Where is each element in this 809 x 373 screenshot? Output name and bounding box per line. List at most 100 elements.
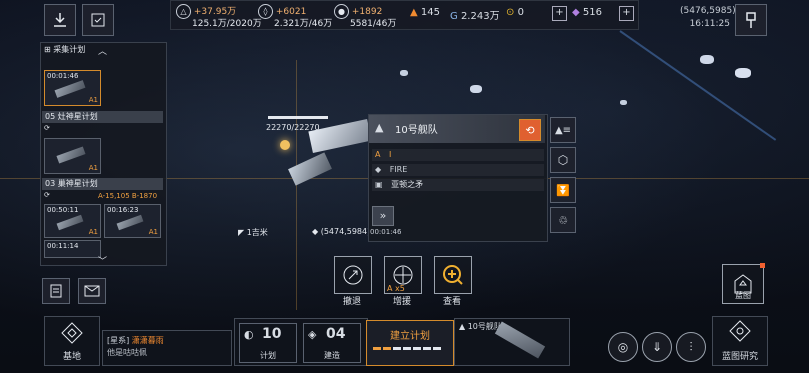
formation-button[interactable]: ▲≡ [550, 117, 576, 143]
rally-button[interactable]: ⇓ [642, 332, 672, 362]
crystals-display: ◆ 516 [572, 7, 602, 18]
deuterium-value: 5581/46万 [350, 19, 397, 29]
mail-icon [84, 285, 100, 297]
fleet-target-coords: ◆ (5474,5984) [312, 227, 370, 236]
chat-channel: [星系] [107, 336, 130, 345]
ship-thumbnail [116, 214, 144, 231]
retreat-label: 撤退 [342, 297, 361, 307]
map-marker-button[interactable] [735, 4, 767, 36]
collapse-down-icon[interactable]: ﹀ [98, 254, 107, 267]
auto-mode-button[interactable]: ⟲ [519, 119, 541, 141]
caret-up-icon: ▲ [459, 322, 466, 331]
blueprint-label: 蓝图 [735, 291, 751, 300]
plan-card-timer: 00:16:23 [107, 206, 139, 214]
collapse-icon[interactable]: ▲ [375, 121, 383, 134]
view-button[interactable] [434, 256, 472, 294]
fleet-ship-model[interactable] [280, 105, 372, 225]
coin-icon: ⊙ [506, 7, 515, 18]
base-icon [61, 322, 83, 344]
plan-card[interactable]: 00:01:46 A1 [44, 70, 101, 106]
ship-thumbnail [56, 146, 86, 164]
plan-card-timer: 00:01:46 [47, 72, 79, 80]
plan-counter[interactable]: ◐ 10 计划 [239, 323, 297, 363]
plan-card[interactable]: 00:16:23 A1 [104, 204, 161, 238]
fleet-row: ◆ FIRE [372, 164, 544, 176]
base-button[interactable]: 基地 [44, 316, 100, 366]
plan-card-timer: 00:11:14 [47, 242, 79, 250]
alliance-button[interactable]: ⫶ [676, 332, 706, 362]
plan-card[interactable]: 00:50:11 A1 [44, 204, 101, 238]
plan-title-03[interactable]: 03 巢神星计划 [42, 178, 163, 190]
download-icon [54, 13, 66, 27]
chat-message: 他是咕咕佩 [107, 348, 147, 357]
fleet-menu-button[interactable] [44, 4, 76, 36]
arrow-down-icon: ⇓ [651, 340, 663, 354]
retreat-icon [343, 265, 363, 285]
plan-build-panel: ◐ 10 计划 ◈ 04 建造 [234, 318, 368, 366]
mail-button[interactable] [78, 278, 106, 304]
collapse-up-icon[interactable]: ︿ [98, 44, 107, 57]
galaxy-button[interactable]: ◎ [608, 332, 638, 362]
add-crystals-button[interactable]: + [619, 6, 634, 21]
establish-plan-label: 建立计划 [390, 331, 430, 342]
blueprint-button[interactable]: 蓝图 [722, 263, 765, 304]
plan-card-tag: A1 [148, 228, 158, 236]
credits-icon: G [450, 11, 458, 22]
plan-card-tag: A1 [88, 96, 98, 104]
fleet-distance-value: 1吉米 [246, 228, 268, 237]
document-icon [50, 284, 62, 298]
build-counter[interactable]: ◈ 04 建造 [303, 323, 361, 363]
fleet-title: 10号舰队 [395, 125, 438, 136]
credits-value: 2.243万 [460, 11, 500, 22]
flag-icon [746, 12, 756, 28]
establish-plan-button[interactable]: 建立计划 [366, 320, 454, 366]
asteroid [470, 85, 482, 93]
plan-list-header: ⊞ 采集计划 [44, 44, 85, 55]
engine-glow [280, 140, 290, 150]
plan-card[interactable]: 00:11:14 [44, 240, 101, 258]
speed-up-button[interactable]: » [372, 206, 394, 226]
plan-card[interactable]: A1 [44, 138, 101, 174]
crystal-icon: ◊ [258, 4, 273, 19]
add-coins-button[interactable]: + [552, 6, 567, 21]
plan-title-label: 03 巢神星计划 [45, 179, 98, 188]
fleet-distance: ◤ 1吉米 [238, 227, 268, 238]
plan-card-timer: 00:50:11 [47, 206, 79, 214]
direction-icon: ◤ [238, 228, 245, 237]
plan-stats: A-15,105 B-1870 [98, 192, 158, 200]
blueprint-research-button[interactable]: 蓝图研究 [712, 316, 768, 366]
plan-label: 计划 [260, 351, 276, 360]
deuterium-gain: +1892 [351, 7, 383, 17]
reinforce-badge: A x5 [387, 284, 405, 293]
metal-gain: +37.95万 [193, 7, 237, 17]
resource-deuterium: ● +1892 5581/46万 [334, 4, 396, 30]
resource-metal: △ +37.95万 125.1万/2020万 [176, 4, 262, 30]
plan-list-header-label: 采集计划 [53, 45, 86, 54]
galaxy-icon: ◎ [617, 340, 629, 354]
fleet-info-header[interactable]: ▲ 10号舰队 ⟲ [369, 115, 545, 143]
crystals-value: 516 [582, 7, 602, 18]
cargo-button[interactable]: ⬡ [550, 147, 576, 173]
plan-count: 10 [262, 326, 282, 342]
checklist-icon [91, 13, 105, 27]
view-label: 查看 [442, 297, 461, 307]
return-button[interactable]: ⏬ [550, 177, 576, 203]
research-icon [729, 320, 751, 342]
retreat-button[interactable] [334, 256, 372, 294]
recycle-button[interactable]: ♲ [550, 207, 576, 233]
plan-card-tag: A1 [88, 228, 98, 236]
notes-button[interactable] [42, 278, 70, 304]
plan-progress-dots [373, 347, 441, 350]
tasks-button[interactable] [82, 4, 114, 36]
link-icon: ⟳ [44, 124, 50, 132]
reinforce-button[interactable]: A x5 [384, 256, 422, 294]
asteroid [700, 55, 714, 64]
fleet-preview-card[interactable]: ▲ 10号舰队 [454, 318, 570, 366]
deuterium-icon: ● [334, 4, 349, 19]
reinforce-label: 增援 [392, 297, 411, 307]
crystal-gain: +6021 [275, 7, 307, 17]
crystal-value: 2.321万/46万 [274, 19, 333, 29]
chat-box[interactable]: [星系] 潇潇暮雨 他是咕咕佩 [102, 330, 232, 366]
notification-dot [760, 263, 765, 268]
plan-title-05[interactable]: 05 灶神星计划 [42, 111, 163, 123]
